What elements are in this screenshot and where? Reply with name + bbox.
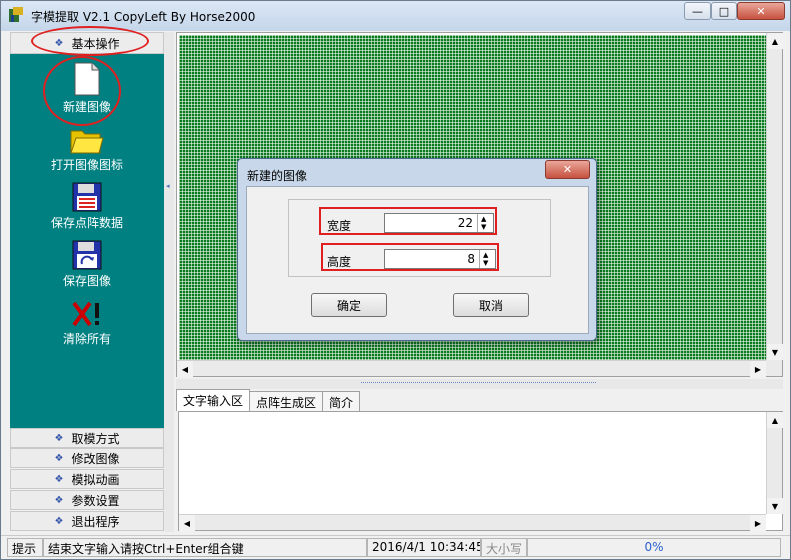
tool-label: 清除所有	[62, 332, 111, 346]
maximize-icon: □	[718, 4, 730, 18]
sidebar-item-settings[interactable]: ❖ 参数设置	[10, 490, 164, 510]
tool-save-data[interactable]: 保存点阵数据	[10, 182, 164, 231]
save-image-icon	[72, 240, 102, 270]
close-icon: ✕	[756, 4, 766, 18]
open-folder-icon	[70, 130, 104, 154]
save-data-icon	[72, 182, 102, 212]
text-input-area[interactable]: ▲ ▼ ◀ ▶	[178, 411, 783, 531]
sidebar-item-label: 取模方式	[71, 431, 120, 446]
text-horizontal-scrollbar[interactable]: ◀ ▶	[179, 514, 766, 531]
sidebar-item-animate[interactable]: ❖ 模拟动画	[10, 469, 164, 489]
tool-label: 保存点阵数据	[50, 216, 123, 230]
bullet-icon: ❖	[54, 452, 64, 464]
highlight-ellipse-header	[31, 26, 149, 56]
dialog-title: 新建的图像	[247, 169, 308, 183]
tab-bar: 文字输入区 点阵生成区 简介	[176, 389, 361, 411]
bullet-icon: ❖	[54, 515, 64, 527]
bullet-icon: ❖	[54, 473, 64, 485]
scroll-down-icon[interactable]: ▼	[767, 498, 783, 514]
scroll-down-icon[interactable]: ▼	[767, 344, 783, 360]
sidebar-item-label: 修改图像	[71, 451, 120, 466]
canvas-vertical-scrollbar[interactable]: ▲ ▼	[766, 33, 783, 360]
sidebar-item-label: 退出程序	[71, 514, 120, 529]
sidebar-item-mode[interactable]: ❖ 取模方式	[10, 428, 164, 448]
status-hint-label: 提示	[7, 538, 43, 557]
text-vertical-scrollbar[interactable]: ▲ ▼	[766, 412, 783, 514]
bullet-icon: ❖	[54, 494, 64, 506]
splitter-grip	[361, 382, 596, 386]
status-progress: 0%	[527, 538, 781, 557]
grip-icon: ◂	[166, 182, 170, 190]
app-icon	[9, 7, 23, 22]
tool-label: 打开图像图标	[50, 158, 123, 172]
status-message: 结束文字输入请按Ctrl+Enter组合键	[43, 538, 367, 557]
tool-save-image[interactable]: 保存图像	[10, 240, 164, 289]
minimize-button[interactable]: —	[684, 2, 711, 20]
status-bar: 提示 结束文字输入请按Ctrl+Enter组合键 2016/4/1 10:34:…	[1, 535, 790, 559]
vertical-splitter[interactable]: ◂	[164, 32, 174, 532]
scroll-right-icon[interactable]: ▶	[750, 515, 766, 531]
window-title: 字模提取 V2.1 CopyLeft By Horse2000	[31, 10, 256, 24]
dialog-close-button[interactable]: ✕	[545, 160, 590, 179]
canvas-horizontal-scrollbar[interactable]: ◀ ▶	[177, 360, 766, 377]
status-datetime: 2016/4/1 10:34:45	[367, 538, 481, 557]
tab-dot-matrix[interactable]: 点阵生成区	[249, 391, 324, 411]
close-button[interactable]: ✕	[737, 2, 785, 20]
scroll-left-icon[interactable]: ◀	[179, 515, 195, 531]
scroll-right-icon[interactable]: ▶	[750, 361, 766, 377]
sidebar-item-edit[interactable]: ❖ 修改图像	[10, 448, 164, 468]
highlight-box-width	[319, 207, 497, 235]
tool-label: 保存图像	[62, 274, 111, 288]
maximize-button[interactable]: □	[711, 2, 737, 20]
tab-text-input[interactable]: 文字输入区	[176, 389, 251, 411]
highlight-box-height	[321, 243, 499, 271]
tool-clear-all[interactable]: 清除所有	[10, 300, 164, 347]
close-icon: ✕	[562, 163, 573, 176]
tab-intro[interactable]: 简介	[322, 391, 361, 411]
title-bar[interactable]: 字模提取 V2.1 CopyLeft By Horse2000 — □ ✕	[1, 1, 790, 31]
minimize-icon: —	[692, 4, 703, 18]
sidebar-item-label: 参数设置	[71, 493, 120, 508]
scroll-left-icon[interactable]: ◀	[177, 361, 193, 377]
scroll-corner	[766, 360, 782, 376]
horizontal-splitter[interactable]	[176, 379, 783, 389]
sidebar-item-label: 模拟动画	[71, 472, 120, 487]
clear-icon	[72, 301, 99, 327]
tool-open-image[interactable]: 打开图像图标	[10, 126, 164, 173]
status-caps: 大小写	[481, 538, 527, 557]
ok-button[interactable]: 确定	[311, 293, 387, 317]
bullet-icon: ❖	[54, 432, 64, 444]
scroll-up-icon[interactable]: ▲	[767, 33, 783, 49]
scroll-up-icon[interactable]: ▲	[767, 412, 783, 428]
main-window: 字模提取 V2.1 CopyLeft By Horse2000 — □ ✕ ❖ …	[0, 0, 791, 560]
highlight-ellipse-new-image	[43, 56, 121, 126]
cancel-button[interactable]: 取消	[453, 293, 529, 317]
sidebar-item-exit[interactable]: ❖ 退出程序	[10, 511, 164, 531]
